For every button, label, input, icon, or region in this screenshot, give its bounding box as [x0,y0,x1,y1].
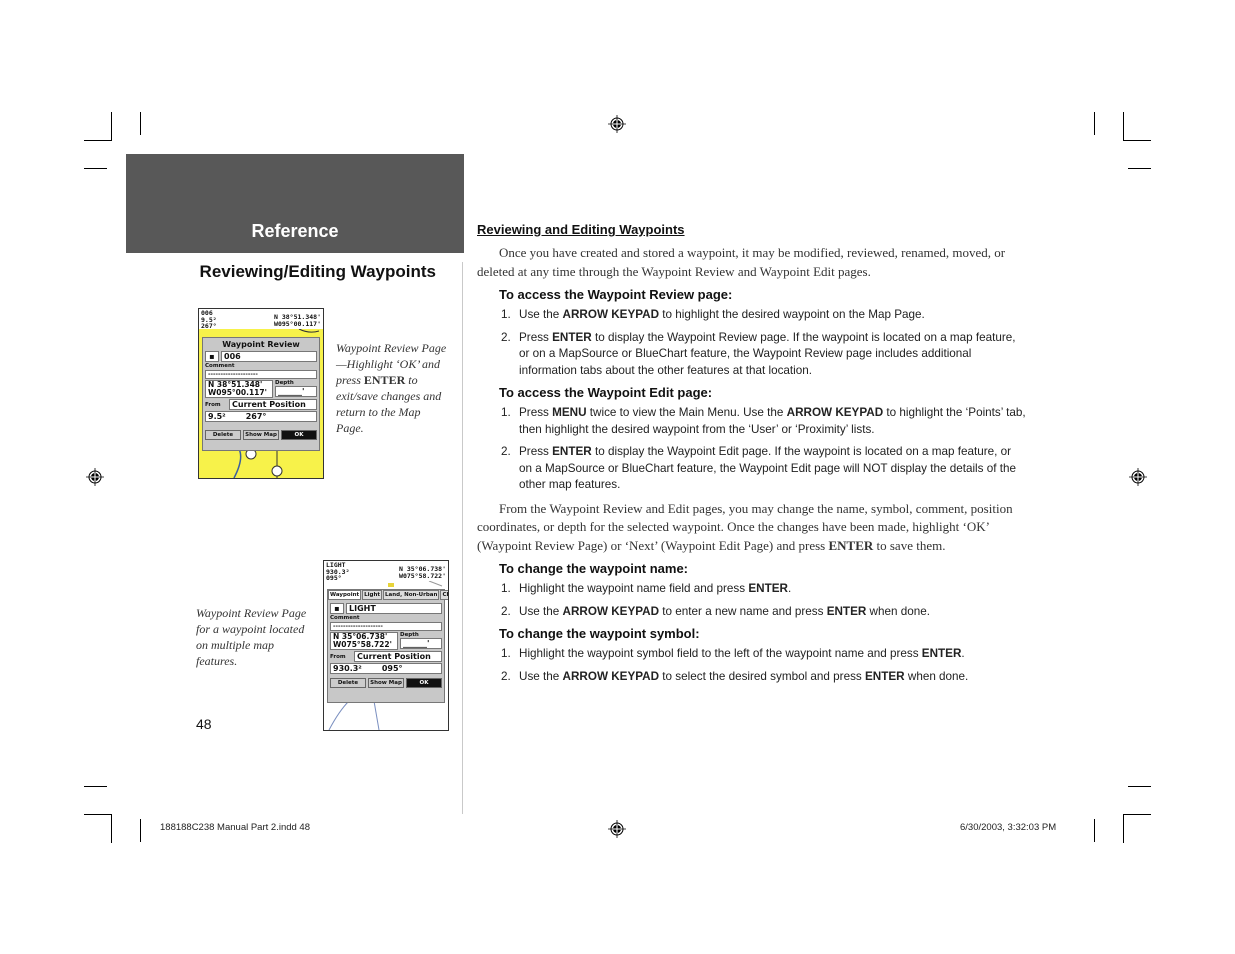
waypoint-symbol-field[interactable]: ▪ [205,351,219,362]
crop-mark-icon [1123,814,1151,815]
procedure-step: 1. Highlight the waypoint symbol field to… [477,646,1027,663]
procedure-step: 2. Press ENTER to display the Waypoint Ed… [501,445,1016,491]
middle-paragraph: From the Waypoint Review and Edit pages,… [477,500,1013,553]
procedure-step: 1. Use the ARROW KEYPAD to highlight the … [477,307,1027,324]
procedure-step: 2. Use the ARROW KEYPAD to select the des… [477,669,1027,686]
crop-mark-icon [140,819,141,842]
crop-mark-icon [1128,786,1151,787]
crop-mark-icon [111,112,112,141]
delete-button[interactable]: Delete [205,430,241,440]
position-field[interactable]: N 35°06.738' W075°58.722' [330,632,398,650]
procedure-steps: 1. Highlight the waypoint symbol field to… [477,646,1027,685]
step-number: 2. [501,330,511,344]
depth-field[interactable]: ______' [400,638,442,649]
gps-header: 006 9.5² 267° N 38°51.348' W095°00.117' [199,309,323,330]
bearing-value: 095° [381,664,403,673]
from-label: From [330,653,346,660]
tab-waypoint[interactable]: Waypoint [328,590,362,600]
delete-button[interactable]: Delete [330,678,366,688]
step-number: 2. [501,445,511,458]
ok-button[interactable]: OK [281,430,317,440]
waypoint-review-panel: Waypoint Light Land, Non-Urban Chart L ▪… [327,589,448,703]
registration-mark-icon [608,115,626,133]
procedure-step: 2. Press ENTER to display the Waypoint Re… [501,330,1016,377]
sidebar-heading: Reviewing/Editing Waypoints [199,262,436,281]
feature-tabs: Waypoint Light Land, Non-Urban Chart L [328,590,448,600]
figure-caption-2: Waypoint Review Page for a waypoint loca… [196,606,307,668]
comment-label: Comment [205,363,235,369]
depth-field[interactable]: ______' [275,386,317,397]
distance-value: 9.5² [208,412,226,421]
procedure-steps: 1. Press MENU twice to view the Main Menu… [477,405,1027,494]
from-field[interactable]: Current Position [354,651,442,662]
crop-mark-icon [1094,819,1095,842]
show-map-button[interactable]: Show Map [368,678,404,688]
step-number: 1. [501,647,511,660]
tab-light[interactable]: Light [362,590,383,600]
footer-filename: 188188C238 Manual Part 2.indd 48 [160,822,311,833]
figure-caption-1: Waypoint Review Page—Highlight ‘OK’ and … [336,341,447,435]
comment-label: Comment [330,615,360,621]
panel-title: Waypoint Review [222,340,300,349]
waypoint-name-field[interactable]: 006 [221,351,317,362]
waypoint-name-field[interactable]: LIGHT [346,603,442,614]
ok-button[interactable]: OK [406,678,442,688]
from-field[interactable]: Current Position [229,399,317,410]
registration-mark-icon [1129,468,1147,486]
step-number: 1. [501,308,511,321]
procedure-steps: 1. Use the ARROW KEYPAD to highlight the … [477,307,1027,379]
comment-field[interactable]: -------------------- [205,370,317,379]
main-title: Reviewing and Editing Waypoints [477,222,685,237]
crop-mark-icon [140,112,141,135]
procedure-heading: To access the Waypoint Edit page: [499,385,713,400]
from-label: From [205,401,221,408]
procedure-heading: To change the waypoint name: [499,561,689,576]
crop-mark-icon [84,168,107,169]
distance-bearing-row: 9.5² 267° [205,411,317,422]
gps-screen-waypoint-review: 006 9.5² 267° N 38°51.348' W095°00.117' Way… [198,308,324,479]
crop-mark-icon [1128,168,1151,169]
page-number: 48 [196,716,212,732]
waypoint-symbol-field[interactable]: ▪ [330,603,344,614]
crop-mark-icon [84,786,107,787]
step-number: 1. [501,582,511,595]
intro-paragraph: Once you have created and stored a waypo… [477,245,1006,279]
bearing-value: 267° [245,412,267,421]
column-divider [462,262,463,814]
crop-mark-icon [1123,140,1151,141]
crop-mark-icon [1123,814,1124,843]
procedure-step: 1. Press MENU twice to view the Main Menu… [501,406,1026,436]
procedure-steps: 1. Highlight the waypoint name field and … [477,581,1027,620]
step-number: 2. [501,669,511,683]
procedure-heading: To change the waypoint symbol: [499,626,700,641]
distance-value: 930.3² [333,664,362,673]
tab-chart[interactable]: Chart L [440,590,448,600]
comment-field[interactable]: -------------------- [330,622,442,631]
gps-screen-waypoint-review-multi: LIGHT 930.3² 095° N 35°06.738' W075°58.722'… [323,560,449,731]
tab-land-non-urban[interactable]: Land, Non-Urban [383,590,440,600]
step-number: 1. [501,406,511,419]
crop-mark-icon [1094,112,1095,135]
distance-bearing-row: 930.3² 095° [330,663,442,674]
procedure-heading: To access the Waypoint Review page: [499,287,733,302]
gps-header: LIGHT 930.3² 095° N 35°06.738' W075°58.722' [324,561,448,582]
registration-mark-icon [608,820,626,838]
footer-timestamp: 6/30/2003, 3:32:03 PM [960,822,1057,833]
crop-mark-icon [84,814,112,815]
procedure-step: 2. Use the ARROW KEYPAD to enter a new na… [477,604,1027,621]
waypoint-review-panel: Waypoint Review ▪ 006 Comment ----------… [202,337,320,451]
crop-mark-icon [84,140,112,141]
show-map-button[interactable]: Show Map [243,430,279,440]
registration-mark-icon [86,468,104,486]
position-field[interactable]: N 38°51.348' W095°00.117' [205,380,273,398]
section-tab-label: Reference [251,221,339,241]
crop-mark-icon [1123,112,1124,141]
crop-mark-icon [111,814,112,843]
procedure-step: 1. Highlight the waypoint name field and … [477,581,1027,598]
step-number: 2. [501,604,511,618]
main-content: Reviewing and Editing Waypoints Once you… [477,222,1027,691]
